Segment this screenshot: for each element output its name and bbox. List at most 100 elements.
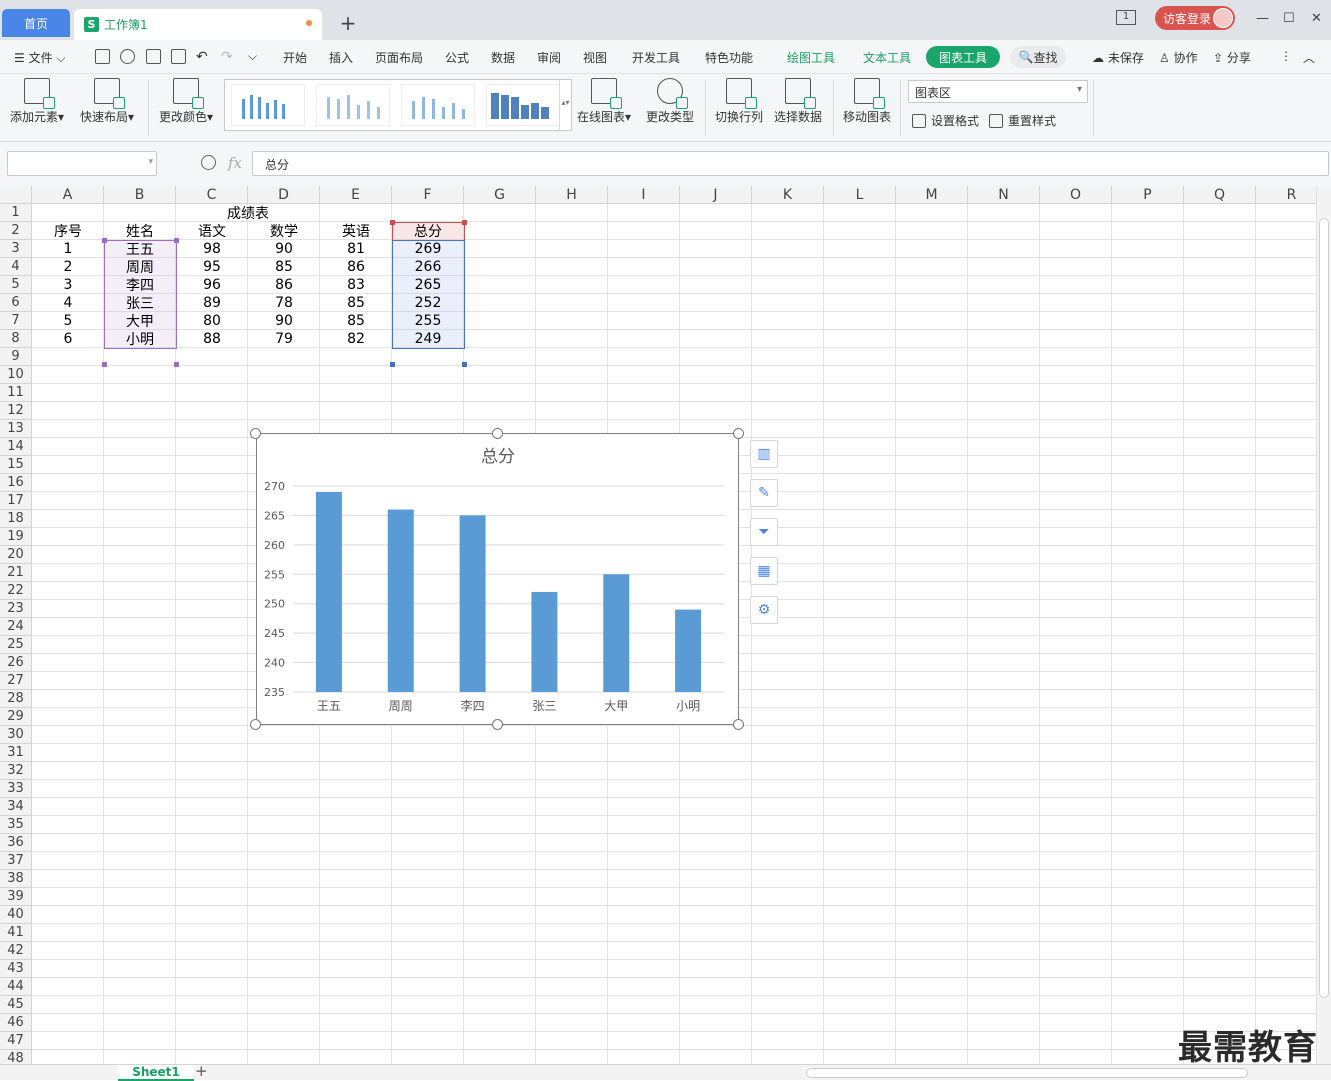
resize-handle-top-left[interactable]: [250, 428, 261, 439]
quick-access-dropdown-icon[interactable]: ⌵: [248, 49, 257, 64]
column-header-C[interactable]: C: [176, 186, 248, 204]
undo-icon[interactable]: ↶: [196, 49, 208, 65]
row-header-36[interactable]: 36: [0, 834, 32, 852]
cell-E7[interactable]: 85: [320, 312, 392, 330]
row-header-44[interactable]: 44: [0, 978, 32, 996]
column-header-F[interactable]: F: [392, 186, 464, 204]
cell-F7[interactable]: 255: [392, 312, 464, 330]
new-tab-button[interactable]: +: [338, 11, 358, 35]
row-header-46[interactable]: 46: [0, 1014, 32, 1032]
cell-A3[interactable]: 1: [32, 240, 104, 258]
cell-E5[interactable]: 83: [320, 276, 392, 294]
selection-handle[interactable]: [462, 362, 467, 367]
cell-F8[interactable]: 249: [392, 330, 464, 348]
cell-D3[interactable]: 90: [248, 240, 320, 258]
selection-handle[interactable]: [174, 238, 179, 243]
menu-special[interactable]: 特色功能: [705, 49, 753, 66]
row-header-3[interactable]: 3: [0, 240, 32, 258]
cell-B8[interactable]: 小明: [104, 330, 176, 348]
row-header-16[interactable]: 16: [0, 474, 32, 492]
menu-text-tools[interactable]: 文本工具: [863, 49, 911, 66]
cell-A8[interactable]: 6: [32, 330, 104, 348]
selection-handle[interactable]: [102, 362, 107, 367]
cell-D5[interactable]: 86: [248, 276, 320, 294]
chart-style-thumb-1[interactable]: [231, 84, 305, 126]
collab-button[interactable]: ♙ 协作: [1159, 49, 1198, 66]
unsaved-button[interactable]: ☁ 未保存: [1092, 49, 1144, 66]
row-header-40[interactable]: 40: [0, 906, 32, 924]
cell-E2[interactable]: 英语: [320, 222, 392, 240]
cell-C3[interactable]: 98: [176, 240, 248, 258]
change-color-button[interactable]: 更改颜色▾: [159, 78, 213, 125]
row-header-29[interactable]: 29: [0, 708, 32, 726]
row-header-26[interactable]: 26: [0, 654, 32, 672]
row-header-1[interactable]: 1: [0, 204, 32, 222]
switch-row-col-button[interactable]: 切换行列: [715, 78, 763, 125]
column-header-M[interactable]: M: [896, 186, 968, 204]
row-header-22[interactable]: 22: [0, 582, 32, 600]
row-header-2[interactable]: 2: [0, 222, 32, 240]
select-data-button[interactable]: 选择数据: [774, 78, 822, 125]
row-header-41[interactable]: 41: [0, 924, 32, 942]
column-header-O[interactable]: O: [1040, 186, 1112, 204]
cell-B4[interactable]: 周周: [104, 258, 176, 276]
cell-C6[interactable]: 89: [176, 294, 248, 312]
menu-chart-tools[interactable]: 图表工具: [926, 46, 1000, 68]
row-header-5[interactable]: 5: [0, 276, 32, 294]
row-header-8[interactable]: 8: [0, 330, 32, 348]
cell-B2[interactable]: 姓名: [104, 222, 176, 240]
row-header-37[interactable]: 37: [0, 852, 32, 870]
menu-data[interactable]: 数据: [491, 49, 515, 66]
row-header-27[interactable]: 27: [0, 672, 32, 690]
cell-F6[interactable]: 252: [392, 294, 464, 312]
close-icon[interactable]: ✕: [1311, 11, 1322, 26]
resize-handle-bottom-right[interactable]: [733, 719, 744, 730]
cell-D6[interactable]: 78: [248, 294, 320, 312]
cell-A4[interactable]: 2: [32, 258, 104, 276]
selection-handle[interactable]: [102, 238, 107, 243]
chart-style-gallery[interactable]: ▴▾: [224, 79, 572, 131]
move-chart-button[interactable]: 移动图表: [843, 78, 891, 125]
row-header-10[interactable]: 10: [0, 366, 32, 384]
column-header-E[interactable]: E: [320, 186, 392, 204]
menu-page-layout[interactable]: 页面布局: [375, 49, 423, 66]
row-header-42[interactable]: 42: [0, 942, 32, 960]
cell-C8[interactable]: 88: [176, 330, 248, 348]
row-header-33[interactable]: 33: [0, 780, 32, 798]
row-header-32[interactable]: 32: [0, 762, 32, 780]
row-header-38[interactable]: 38: [0, 870, 32, 888]
menu-insert[interactable]: 插入: [329, 49, 353, 66]
menu-file[interactable]: ☰ 文件 ⌵: [14, 49, 66, 66]
chart-style-brush-icon[interactable]: ✎: [750, 479, 778, 507]
cell-B3[interactable]: 王五: [104, 240, 176, 258]
page-count-icon[interactable]: 1: [1116, 10, 1136, 25]
selection-handle[interactable]: [462, 220, 467, 225]
cell-D8[interactable]: 79: [248, 330, 320, 348]
reset-style-button[interactable]: 重置样式: [989, 112, 1056, 129]
chart-settings-icon[interactable]: ⚙: [750, 596, 778, 624]
row-header-30[interactable]: 30: [0, 726, 32, 744]
row-header-12[interactable]: 12: [0, 402, 32, 420]
sheet-tab-sheet1[interactable]: Sheet1: [118, 1065, 194, 1081]
row-header-7[interactable]: 7: [0, 312, 32, 330]
chart-elements-icon[interactable]: ▥: [750, 440, 778, 468]
cell-F2[interactable]: 总分: [392, 222, 464, 240]
chart-style-thumb-2[interactable]: [316, 84, 390, 126]
row-header-20[interactable]: 20: [0, 546, 32, 564]
resize-handle-bottom-left[interactable]: [250, 719, 261, 730]
save-icon[interactable]: [95, 49, 110, 64]
cell-F3[interactable]: 269: [392, 240, 464, 258]
quick-layout-button[interactable]: 快速布局▾: [80, 78, 134, 125]
cell-D2[interactable]: 数学: [248, 222, 320, 240]
cell-C7[interactable]: 80: [176, 312, 248, 330]
menu-draw-tools[interactable]: 绘图工具: [787, 49, 835, 66]
row-header-31[interactable]: 31: [0, 744, 32, 762]
row-header-13[interactable]: 13: [0, 420, 32, 438]
column-header-N[interactable]: N: [968, 186, 1040, 204]
cell-C5[interactable]: 96: [176, 276, 248, 294]
row-header-9[interactable]: 9: [0, 348, 32, 366]
cell-A5[interactable]: 3: [32, 276, 104, 294]
row-header-14[interactable]: 14: [0, 438, 32, 456]
chart-element-select[interactable]: 图表区: [908, 80, 1088, 103]
cell-F5[interactable]: 265: [392, 276, 464, 294]
